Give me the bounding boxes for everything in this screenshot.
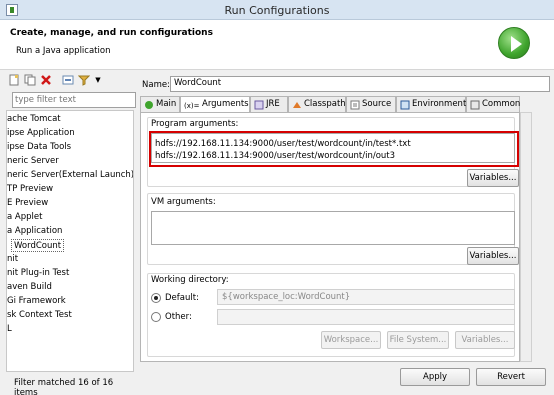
workspace-button[interactable]: Workspace...	[321, 331, 381, 349]
dir-variables-button[interactable]: Variables...	[455, 331, 515, 349]
tab-main[interactable]: Main	[140, 96, 180, 112]
filter-input[interactable]	[12, 92, 136, 108]
default-radio[interactable]	[151, 293, 161, 303]
program-arguments-label: Program arguments:	[151, 119, 239, 129]
tab-classpath[interactable]: Classpath	[288, 96, 346, 112]
name-field[interactable]: WordCount	[170, 76, 550, 92]
config-list-pane: ▼ ache Tomcat ipse Application ipse Data…	[6, 72, 136, 395]
tree-item[interactable]: E Preview	[7, 197, 48, 210]
default-label: Default:	[165, 293, 199, 303]
tab-jre[interactable]: JRE	[250, 96, 288, 112]
name-label: Name:	[142, 80, 170, 90]
apply-button[interactable]: Apply	[400, 368, 470, 386]
tree-item[interactable]: nit	[7, 253, 18, 266]
tree-item[interactable]: neric Server	[7, 155, 59, 168]
header-title: Create, manage, and run configurations	[10, 28, 213, 38]
tree-item[interactable]: ipse Application	[7, 127, 75, 140]
tab-arguments-label: Arguments	[202, 99, 249, 109]
main-tab-icon	[145, 101, 153, 109]
tab-jre-label: JRE	[266, 99, 280, 109]
tab-arguments[interactable]: (x)= Arguments	[180, 96, 250, 113]
source-tab-icon	[350, 100, 360, 110]
duplicate-icon[interactable]	[24, 74, 36, 86]
classpath-tab-icon	[293, 102, 301, 108]
default-dir-field: ${workspace_loc:WordCount}	[217, 289, 515, 305]
tree-item[interactable]: TP Preview	[7, 183, 53, 196]
tree-item[interactable]: nit Plug-in Test	[7, 267, 69, 280]
dialog-header: Create, manage, and run configurations R…	[0, 20, 554, 70]
tab-environment-label: Environment	[412, 99, 467, 109]
vm-arguments-field[interactable]	[151, 211, 515, 245]
tab-main-label: Main	[156, 99, 177, 109]
tab-common[interactable]: Common	[466, 96, 520, 112]
panel-scrollbar[interactable]	[520, 112, 532, 362]
highlight-box	[149, 131, 519, 167]
tab-source-label: Source	[362, 99, 392, 109]
tab-source[interactable]: Source	[346, 96, 396, 112]
other-dir-field	[217, 309, 515, 325]
jre-tab-icon	[254, 100, 264, 110]
revert-button[interactable]: Revert	[476, 368, 546, 386]
config-tree[interactable]: ache Tomcat ipse Application ipse Data T…	[6, 110, 134, 372]
run-icon	[498, 27, 530, 59]
tab-classpath-label: Classpath	[304, 99, 346, 109]
other-label: Other:	[165, 312, 192, 322]
tree-item[interactable]: a Applet	[7, 211, 42, 224]
tree-item[interactable]: Gi Framework	[7, 295, 66, 308]
environment-tab-icon	[400, 100, 410, 110]
tab-common-label: Common	[482, 99, 521, 109]
program-variables-button[interactable]: Variables...	[467, 169, 519, 187]
window-title: Run Configurations	[224, 4, 330, 17]
config-toolbar: ▼	[6, 72, 134, 88]
collapse-all-icon[interactable]	[62, 74, 74, 86]
working-directory-label: Working directory:	[151, 275, 229, 285]
arguments-tab-icon: (x)=	[184, 102, 200, 110]
tree-item[interactable]: ipse Data Tools	[7, 141, 71, 154]
tree-item[interactable]: a Application	[7, 225, 62, 238]
filter-status: Filter matched 16 of 16 items	[14, 378, 114, 395]
filter-icon[interactable]	[77, 74, 91, 86]
vm-variables-button[interactable]: Variables...	[467, 247, 519, 265]
delete-icon[interactable]	[40, 74, 52, 86]
header-subtitle: Run a Java application	[16, 46, 111, 56]
tab-environment[interactable]: Environment	[396, 96, 466, 112]
vm-arguments-label: VM arguments:	[151, 197, 216, 207]
dropdown-arrow-icon[interactable]: ▼	[92, 74, 104, 86]
file-system-button[interactable]: File System...	[387, 331, 449, 349]
tree-item[interactable]: L	[7, 323, 12, 336]
tree-item[interactable]: sk Context Test	[7, 309, 72, 322]
other-radio[interactable]	[151, 312, 161, 322]
new-config-icon[interactable]	[8, 74, 20, 86]
common-tab-icon	[470, 100, 480, 110]
tree-item-selected[interactable]: WordCount	[11, 239, 65, 252]
tree-item[interactable]: ache Tomcat	[7, 113, 61, 126]
title-bar: Run Configurations	[0, 0, 554, 20]
tree-item[interactable]: neric Server(External Launch)	[7, 169, 133, 182]
tab-bar: Main (x)= Arguments JRE Classpath Source…	[140, 96, 520, 113]
config-editor: Name: WordCount Main (x)= Arguments JRE …	[136, 72, 554, 395]
arguments-panel: Program arguments: hdfs://192.168.11.134…	[140, 112, 520, 362]
tree-item[interactable]: aven Build	[7, 281, 52, 294]
